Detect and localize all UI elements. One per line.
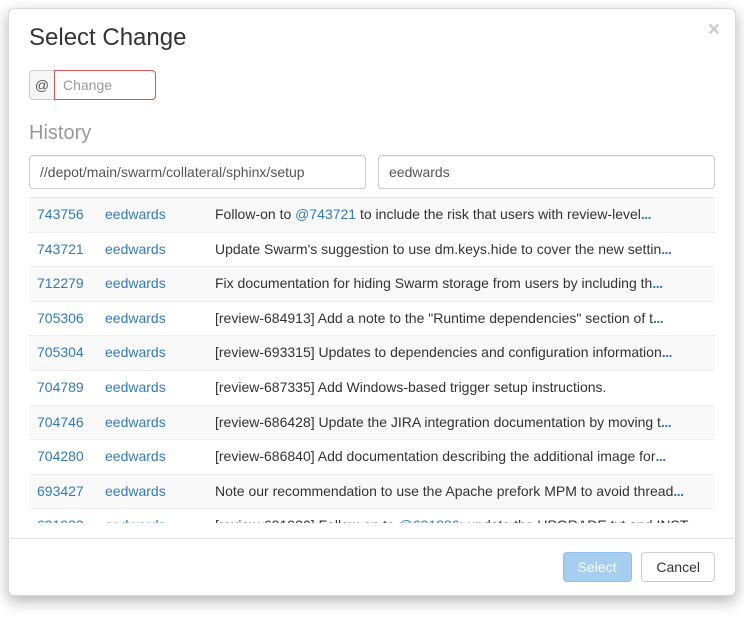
ellipsis-icon[interactable]: ... [641,206,651,222]
history-row[interactable]: 705304eedwards[review-693315] Updates to… [29,336,715,371]
history-row[interactable]: 704789eedwards[review-687335] Add Window… [29,371,715,406]
change-description: Fix documentation for hiding Swarm stora… [215,274,707,294]
ellipsis-icon[interactable]: ... [662,344,672,360]
user-link[interactable]: eedwards [105,309,215,329]
ellipsis-icon[interactable]: ... [656,448,666,464]
modal-body: @ History 743756eedwardsFollow-on to @74… [9,70,735,538]
ellipsis-icon[interactable]: ... [653,310,663,326]
change-link[interactable]: 743756 [37,205,105,225]
change-link[interactable]: 704746 [37,413,105,433]
change-input[interactable] [54,70,156,100]
change-description: [review-686840] Add documentation descri… [215,447,707,467]
at-icon: @ [29,70,55,100]
select-change-modal: Select Change × @ History 743756eedwards… [8,8,736,596]
user-link[interactable]: eedwards [105,482,215,502]
change-description: [review-687335] Add Windows-based trigge… [215,378,707,398]
change-mention-link[interactable]: @743721 [295,206,356,222]
user-link[interactable]: eedwards [105,274,215,294]
ellipsis-icon[interactable]: ... [673,483,683,499]
change-mention-link[interactable]: @691886 [399,517,460,523]
user-link[interactable]: eedwards [105,240,215,260]
user-link[interactable]: eedwards [105,378,215,398]
history-row[interactable]: 704746eedwards[review-686428] Update the… [29,406,715,441]
history-row[interactable]: 691933eedwards[review-691920] Follow-on … [29,509,715,523]
history-heading: History [29,122,715,145]
ellipsis-icon[interactable]: ... [652,275,662,291]
change-description: Update Swarm's suggestion to use dm.keys… [215,240,707,260]
user-link[interactable]: eedwards [105,343,215,363]
change-link[interactable]: 705304 [37,343,105,363]
history-row[interactable]: 743756eedwardsFollow-on to @743721 to in… [29,198,715,233]
path-filter-input[interactable] [29,155,366,189]
history-row[interactable]: 743721eedwardsUpdate Swarm's suggestion … [29,233,715,268]
history-row[interactable]: 704280eedwards[review-686840] Add docume… [29,440,715,475]
filter-row [29,155,715,189]
change-description: Follow-on to @743721 to include the risk… [215,205,707,225]
user-link[interactable]: eedwards [105,413,215,433]
cancel-button[interactable]: Cancel [641,552,715,582]
user-filter-input[interactable] [378,155,715,189]
change-description: [review-686428] Update the JIRA integrat… [215,413,707,433]
close-button[interactable]: × [708,19,720,40]
history-row[interactable]: 712279eedwardsFix documentation for hidi… [29,267,715,302]
change-description: [review-693315] Updates to dependencies … [215,343,707,363]
user-link[interactable]: eedwards [105,516,215,523]
modal-footer: Select Cancel [9,538,735,595]
ellipsis-icon[interactable]: ... [688,517,698,523]
change-link[interactable]: 705306 [37,309,105,329]
history-row[interactable]: 705306eedwards[review-684913] Add a note… [29,302,715,337]
user-link[interactable]: eedwards [105,447,215,467]
select-button[interactable]: Select [563,552,632,582]
history-row[interactable]: 693427eedwardsNote our recommendation to… [29,475,715,510]
change-link[interactable]: 743721 [37,240,105,260]
change-input-group: @ [29,70,715,100]
user-link[interactable]: eedwards [105,205,215,225]
change-link[interactable]: 712279 [37,274,105,294]
change-link[interactable]: 704280 [37,447,105,467]
change-link[interactable]: 704789 [37,378,105,398]
ellipsis-icon[interactable]: ... [661,414,671,430]
change-description: [review-684913] Add a note to the "Runti… [215,309,707,329]
history-list[interactable]: 743756eedwardsFollow-on to @743721 to in… [29,197,715,523]
modal-title: Select Change [29,24,715,52]
change-description: [review-691920] Follow-on to @691886: up… [215,516,707,523]
modal-header: Select Change × [9,9,735,64]
change-description: Note our recommendation to use the Apach… [215,482,707,502]
change-link[interactable]: 691933 [37,516,105,523]
change-link[interactable]: 693427 [37,482,105,502]
ellipsis-icon[interactable]: ... [661,241,671,257]
